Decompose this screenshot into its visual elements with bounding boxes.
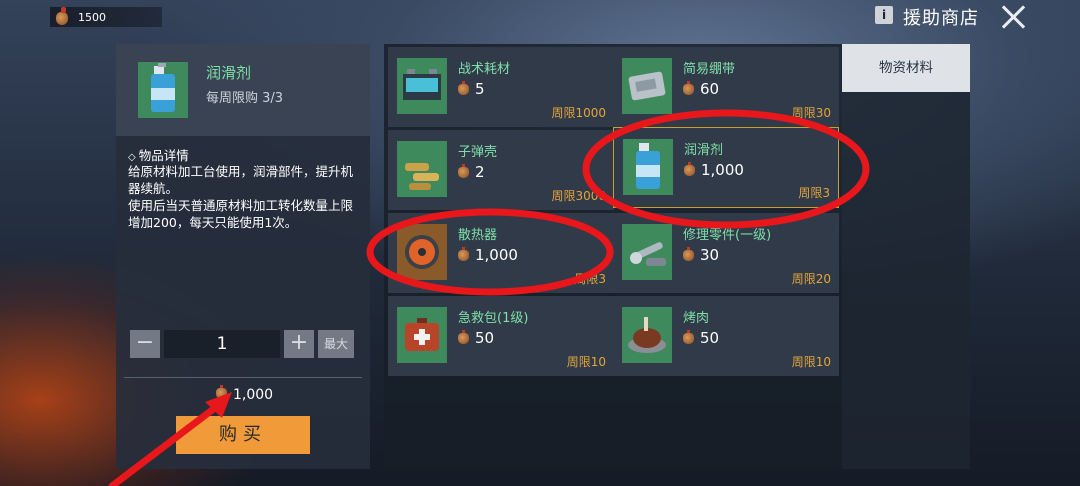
- item-weekly-limit: 周限20: [791, 272, 831, 286]
- item-detail-panel: 润滑剂 每周限购 3/3 物品详情 给原材料加工台使用，润滑部件，提升机器续航。…: [116, 44, 370, 469]
- item-weekly-limit: 周限30: [791, 106, 831, 120]
- roast-meat-icon: [622, 307, 672, 363]
- total-price-value: 1,000: [233, 387, 274, 403]
- quantity-field[interactable]: 1: [164, 330, 280, 358]
- item-price: 50: [458, 329, 494, 347]
- shop-item-card[interactable]: 散热器 1,000 周限3: [388, 213, 614, 293]
- item-weekly-limit: 周限1000: [551, 106, 606, 120]
- item-weekly-limit: 周限3000: [551, 189, 606, 203]
- wrench-icon: [622, 224, 672, 280]
- supply-coin-icon: [458, 329, 469, 344]
- increase-button[interactable]: +: [284, 330, 314, 358]
- spray-can-icon: [623, 139, 673, 195]
- supply-coin-icon: [683, 80, 694, 95]
- item-name: 润滑剂: [684, 143, 724, 158]
- item-price: 50: [683, 329, 719, 347]
- item-weekly-limit: 周限3: [798, 186, 830, 200]
- shop-item-card[interactable]: 简易绷带 60 周限30: [613, 47, 839, 127]
- item-name: 修理零件(一级): [683, 228, 772, 243]
- item-name: 战术耗材: [458, 62, 511, 77]
- item-weekly-limit: 周限3: [574, 272, 606, 286]
- supply-bag-icon: [52, 7, 72, 27]
- item-price-value: 30: [700, 246, 720, 264]
- close-icon[interactable]: [1000, 4, 1026, 30]
- max-button[interactable]: 最大: [318, 330, 354, 358]
- detail-section-title: 物品详情: [128, 145, 189, 164]
- decrease-button[interactable]: −: [130, 330, 160, 358]
- item-weekly-limit: 周限10: [791, 355, 831, 369]
- item-price: 1,000: [684, 161, 744, 179]
- item-price-value: 1,000: [701, 161, 744, 179]
- detail-header: 润滑剂 每周限购 3/3: [116, 44, 370, 136]
- supply-coin-icon: [458, 163, 469, 178]
- detail-description: 给原材料加工台使用，润滑部件，提升机器续航。 使用后当天普通原材料加工转化数量上…: [128, 163, 360, 231]
- supply-coin-icon: [683, 329, 694, 344]
- description-line: 给原材料加工台使用，润滑部件，提升机器续航。: [128, 164, 354, 196]
- item-price-value: 2: [475, 163, 485, 181]
- cooling-fan-icon: [397, 224, 447, 280]
- shop-item-card[interactable]: 修理零件(一级) 30 周限20: [613, 213, 839, 293]
- item-name: 急救包(1级): [458, 311, 529, 326]
- currency-amount: 1500: [78, 10, 106, 24]
- bandage-icon: [622, 58, 672, 114]
- shop-title: 援助商店: [903, 8, 979, 29]
- supply-coin-icon: [684, 161, 695, 176]
- item-price-value: 1,000: [475, 246, 518, 264]
- item-price-value: 50: [700, 329, 720, 347]
- category-tabs: 物资材料: [842, 44, 970, 469]
- item-price-value: 50: [475, 329, 495, 347]
- detail-weekly-limit: 每周限购 3/3: [206, 91, 284, 106]
- spray-can-icon: [138, 62, 188, 118]
- shop-item-card[interactable]: 战术耗材 5 周限1000: [388, 47, 614, 127]
- shop-item-card[interactable]: 烤肉 50 周限10: [613, 296, 839, 376]
- total-price: 1,000: [216, 385, 274, 403]
- detail-item-name: 润滑剂: [206, 64, 252, 82]
- item-grid: 战术耗材 5 周限1000 简易绷带 60 周限30 子弹壳 2 周限3000 …: [384, 44, 842, 469]
- supply-coin-icon: [458, 246, 469, 261]
- supply-coin-icon: [683, 246, 694, 261]
- item-price: 5: [458, 80, 485, 98]
- item-price: 2: [458, 163, 485, 181]
- item-price: 30: [683, 246, 719, 264]
- item-price-value: 60: [700, 80, 720, 98]
- buy-button[interactable]: 购买: [176, 416, 310, 454]
- shop-item-card[interactable]: 子弹壳 2 周限3000: [388, 130, 614, 210]
- description-line: 使用后当天普通原材料加工转化数量上限增加200，每天只能使用1次。: [128, 198, 354, 230]
- tab-materials[interactable]: 物资材料: [842, 44, 970, 92]
- item-name: 散热器: [458, 228, 498, 243]
- info-button[interactable]: i: [875, 6, 893, 24]
- shell-casing-icon: [397, 141, 447, 197]
- quantity-stepper: − 1 + 最大: [130, 330, 356, 358]
- item-price-value: 5: [475, 80, 485, 98]
- first-aid-kit-icon: [397, 307, 447, 363]
- divider: [124, 377, 362, 378]
- item-weekly-limit: 周限10: [566, 355, 606, 369]
- item-name: 子弹壳: [458, 145, 498, 160]
- item-price: 60: [683, 80, 719, 98]
- battery-icon: [397, 58, 447, 114]
- shop-item-card-selected[interactable]: 润滑剂 1,000 周限3: [613, 127, 839, 208]
- supply-coin-icon: [458, 80, 469, 95]
- supply-coin-icon: [216, 385, 227, 399]
- currency-display: 1500: [50, 7, 162, 27]
- item-name: 简易绷带: [683, 62, 736, 77]
- item-name: 烤肉: [683, 311, 710, 326]
- item-price: 1,000: [458, 246, 518, 264]
- shop-item-card[interactable]: 急救包(1级) 50 周限10: [388, 296, 614, 376]
